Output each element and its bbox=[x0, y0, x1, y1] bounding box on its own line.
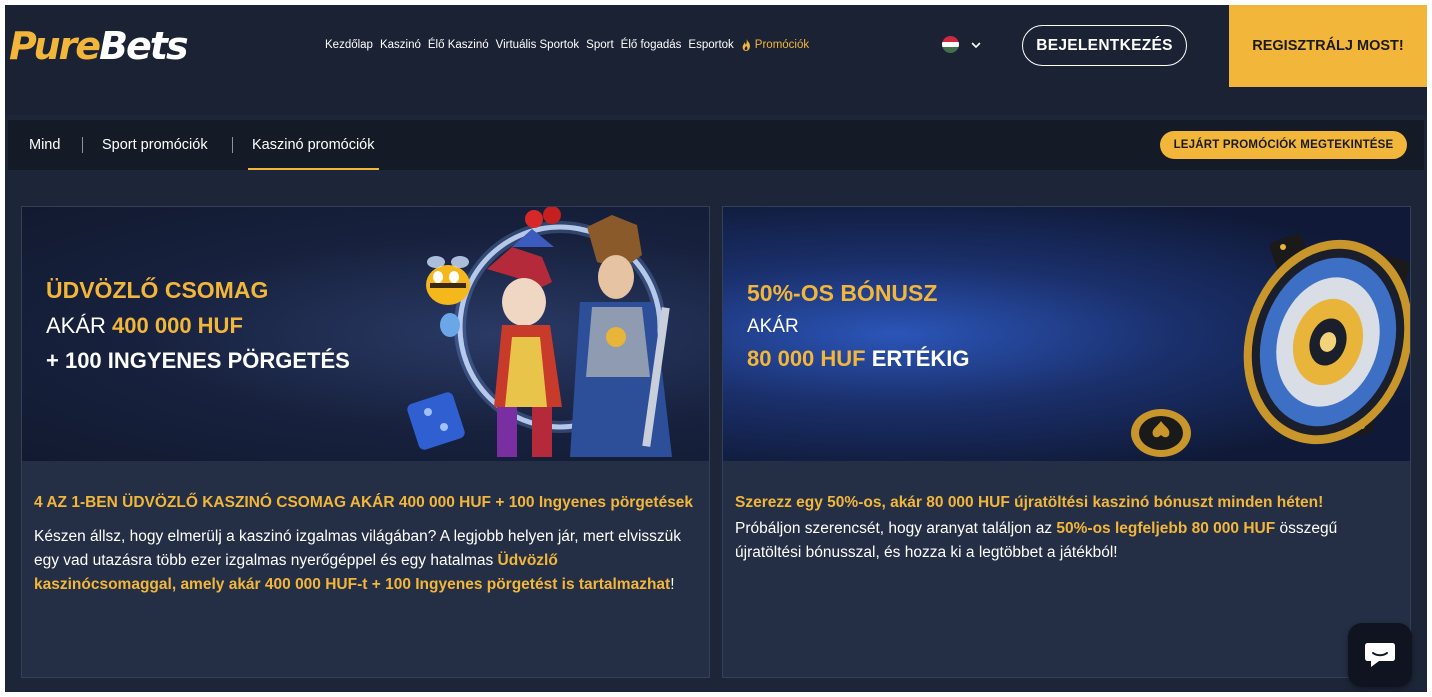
banner-reload-suffix: ERTÉKIG bbox=[865, 346, 970, 371]
nav-item-promociok-label: Promóciók bbox=[754, 39, 810, 51]
description-text: Készen állsz, hogy elmerülj a kaszinó iz… bbox=[34, 528, 682, 569]
chat-bubble-icon bbox=[1365, 643, 1395, 667]
register-button[interactable]: REGISZTRÁLJ MOST! bbox=[1229, 5, 1427, 87]
nav-item-virtualis-sportok[interactable]: Virtuális Sportok bbox=[496, 38, 580, 52]
promo-card-reload-bonus[interactable]: 50%-OS BÓNUSZ AKÁR 80 000 HUF ERTÉKIG Sz… bbox=[722, 206, 1411, 678]
promo-banner-welcome[interactable]: ÜDVÖZLŐ CSOMAG AKÁR 400 000 HUF + 100 IN… bbox=[22, 207, 709, 461]
slot-characters-artwork bbox=[407, 207, 672, 457]
banner-reload-amount: 80 000 HUF bbox=[747, 346, 866, 371]
chevron-down-icon bbox=[971, 42, 981, 48]
language-selector[interactable] bbox=[942, 36, 981, 53]
promo-card-description: Készen állsz, hogy elmerülj a kaszinó iz… bbox=[34, 525, 697, 597]
logo-text-pure: Pure bbox=[9, 24, 101, 68]
page-frame: PureBets Kezdőlap Kaszinó Élő Kaszinó Vi… bbox=[5, 5, 1427, 692]
tab-divider bbox=[82, 137, 83, 153]
promo-banner-reload[interactable]: 50%-OS BÓNUSZ AKÁR 80 000 HUF ERTÉKIG bbox=[723, 207, 1410, 461]
tab-divider bbox=[232, 137, 233, 153]
promo-card-description: Próbáljon szerencsét, hogy aranyat talál… bbox=[735, 517, 1398, 565]
promo-card-body: 4 AZ 1-BEN ÜDVÖZLŐ KASZINÓ CSOMAG AKÁR 4… bbox=[34, 491, 697, 597]
logo-text-bets: Bets bbox=[99, 24, 189, 68]
tab-mind[interactable]: Mind bbox=[29, 120, 60, 170]
tab-sport-promociok[interactable]: Sport promóciók bbox=[102, 120, 208, 170]
login-button[interactable]: BEJELENTKEZÉS bbox=[1022, 25, 1187, 66]
promo-card-title: Szerezz egy 50%-os, akár 80 000 HUF újra… bbox=[735, 494, 1324, 511]
main-nav: Kezdőlap Kaszinó Élő Kaszinó Virtuális S… bbox=[325, 38, 809, 52]
hungary-flag-icon bbox=[942, 36, 959, 53]
flame-icon bbox=[742, 39, 750, 51]
nav-item-elo-fogadas[interactable]: Élő fogadás bbox=[621, 38, 682, 52]
promo-card-welcome-package[interactable]: ÜDVÖZLŐ CSOMAG AKÁR 400 000 HUF + 100 IN… bbox=[21, 206, 710, 678]
nav-item-kezdolap[interactable]: Kezdőlap bbox=[325, 38, 373, 52]
nav-item-kaszino[interactable]: Kaszinó bbox=[380, 38, 421, 52]
banner-line-amount-reload: 80 000 HUF ERTÉKIG bbox=[747, 346, 970, 372]
banner-amount-value: 400 000 HUF bbox=[112, 313, 243, 338]
nav-item-elo-kaszino[interactable]: Élő Kaszinó bbox=[428, 38, 489, 52]
banner-line-free-spins: + 100 INGYENES PÖRGETÉS bbox=[46, 348, 350, 373]
promo-card-title: 4 AZ 1-BEN ÜDVÖZLŐ KASZINÓ CSOMAG AKÁR 4… bbox=[34, 494, 694, 511]
description-end: ! bbox=[670, 576, 675, 593]
tab-kaszino-promociok[interactable]: Kaszinó promóciók bbox=[248, 120, 378, 170]
nav-item-esportok[interactable]: Esportok bbox=[688, 38, 733, 52]
banner-line-akar: AKÁR bbox=[747, 316, 799, 337]
site-header: PureBets Kezdőlap Kaszinó Élő Kaszinó Vi… bbox=[5, 5, 1427, 115]
view-expired-promotions-button[interactable]: LEJÁRT PROMÓCIÓK MEGTEKINTÉSE bbox=[1160, 131, 1407, 159]
promotion-tab-bar: Mind Sport promóciók Kaszinó promóciók L… bbox=[8, 120, 1424, 170]
roulette-wheel-artwork bbox=[1131, 233, 1410, 457]
nav-item-promociok[interactable]: Promóciók bbox=[741, 38, 809, 52]
banner-line-amount: AKÁR 400 000 HUF bbox=[46, 313, 243, 339]
banner-title-welcome: ÜDVÖZLŐ CSOMAG bbox=[46, 277, 269, 303]
description-text: Próbáljon szerencsét, hogy aranyat talál… bbox=[735, 520, 1057, 537]
purebets-logo[interactable]: PureBets bbox=[9, 23, 189, 69]
banner-title-reload: 50%-OS BÓNUSZ bbox=[747, 280, 938, 306]
promo-card-body: Szerezz egy 50%-os, akár 80 000 HUF újra… bbox=[735, 491, 1398, 565]
banner-amount-prefix: AKÁR bbox=[46, 313, 113, 338]
nav-item-sport[interactable]: Sport bbox=[586, 38, 614, 52]
live-chat-button[interactable] bbox=[1348, 623, 1412, 687]
description-highlight: 50%-os legfeljebb 80 000 HUF bbox=[1056, 520, 1276, 537]
